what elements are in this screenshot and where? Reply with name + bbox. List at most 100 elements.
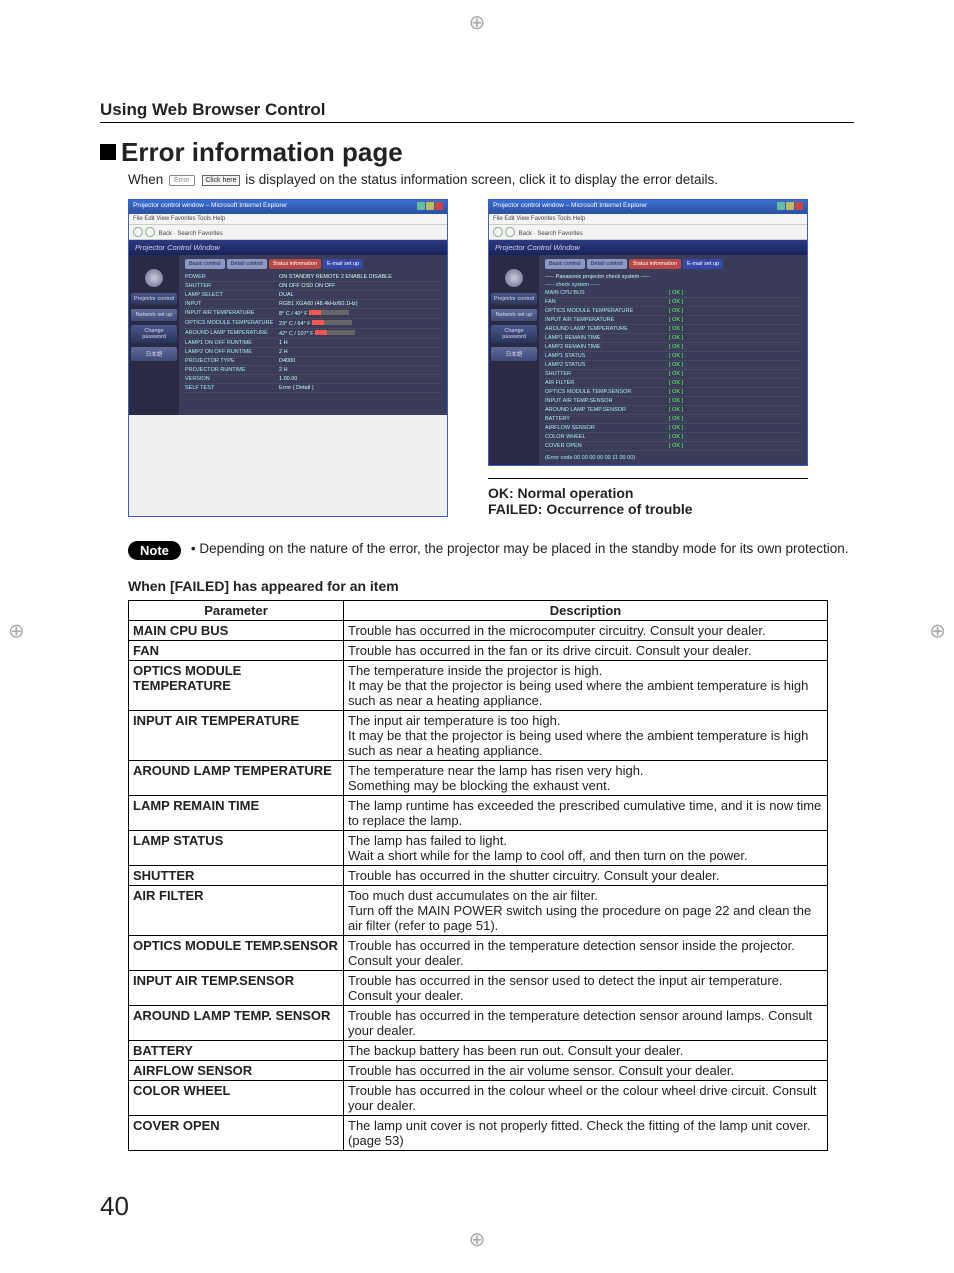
caption-block: OK: Normal operation FAILED: Occurrence … bbox=[488, 478, 808, 517]
status-line: INPUT AIR TEMPERATURE8° C / 40° F bbox=[185, 309, 441, 319]
check-line: COLOR WHEEL[ OK ] bbox=[545, 433, 801, 442]
caption-failed: FAILED: Occurrence of trouble bbox=[488, 501, 808, 517]
sidebar-item[interactable]: Change password bbox=[491, 325, 537, 343]
status-line: SHUTTERON OFF OSD ON OFF bbox=[185, 282, 441, 291]
check-line: LAMP1 REMAIN TIME[ OK ] bbox=[545, 334, 801, 343]
status-screenshot: Projector control window – Microsoft Int… bbox=[128, 199, 448, 517]
param-cell: OPTICS MODULE TEMPERATURE bbox=[129, 661, 344, 711]
table-row: SHUTTERTrouble has occurred in the shutt… bbox=[129, 866, 828, 886]
sidebar-item[interactable]: 日本語 bbox=[131, 347, 177, 361]
table-row: BATTERYThe backup battery has been run o… bbox=[129, 1041, 828, 1061]
table-row: LAMP STATUSThe lamp has failed to light.… bbox=[129, 831, 828, 866]
desc-cell: Trouble has occurred in the temperature … bbox=[344, 1006, 828, 1041]
menu-bar: File Edit View Favorites Tools Help bbox=[129, 214, 447, 225]
check-line: OPTICS MODULE TEMP.SENSOR[ OK ] bbox=[545, 388, 801, 397]
desc-cell: The lamp has failed to light.Wait a shor… bbox=[344, 831, 828, 866]
param-cell: AIR FILTER bbox=[129, 886, 344, 936]
check-line: LAMP2 STATUS[ OK ] bbox=[545, 361, 801, 370]
window-title: Projector control window – Microsoft Int… bbox=[133, 202, 287, 212]
desc-cell: The temperature near the lamp has risen … bbox=[344, 761, 828, 796]
param-cell: AIRFLOW SENSOR bbox=[129, 1061, 344, 1081]
status-line: LAMP1 ON OFF RUNTIME1 H bbox=[185, 339, 441, 348]
check-line: COVER OPEN[ OK ] bbox=[545, 442, 801, 451]
clickhere-chip[interactable]: Click here bbox=[202, 175, 239, 186]
check-line: SHUTTER[ OK ] bbox=[545, 370, 801, 379]
tab[interactable]: Detail control bbox=[227, 259, 267, 269]
sidebar-item[interactable]: Projector control bbox=[131, 293, 177, 305]
desc-cell: Trouble has occurred in the temperature … bbox=[344, 936, 828, 971]
title-text: Error information page bbox=[121, 137, 403, 167]
window-title: Projector control window – Microsoft Int… bbox=[493, 202, 647, 212]
check-line: MAIN CPU BUS[ OK ] bbox=[545, 289, 801, 298]
param-cell: AROUND LAMP TEMPERATURE bbox=[129, 761, 344, 796]
check-line: FAN[ OK ] bbox=[545, 298, 801, 307]
desc-cell: Trouble has occurred in the sensor used … bbox=[344, 971, 828, 1006]
desc-cell: Trouble has occurred in the fan or its d… bbox=[344, 641, 828, 661]
status-line: AROUND LAMP TEMPERATURE42° C / 107° F bbox=[185, 329, 441, 339]
note-label: Note bbox=[128, 541, 181, 560]
status-line: SELF TESTError ( Detail ) bbox=[185, 384, 441, 393]
status-panel: Basic control Detail control Status info… bbox=[179, 255, 447, 415]
check-line: BATTERY[ OK ] bbox=[545, 415, 801, 424]
param-cell: INPUT AIR TEMP.SENSOR bbox=[129, 971, 344, 1006]
desc-cell: Trouble has occurred in the shutter circ… bbox=[344, 866, 828, 886]
desc-cell: The input air temperature is too high.It… bbox=[344, 711, 828, 761]
desc-cell: Trouble has occurred in the colour wheel… bbox=[344, 1081, 828, 1116]
sidebar-item[interactable]: Network set up bbox=[131, 309, 177, 321]
status-line: OPTICS MODULE TEMPERATURE23° C / 64° F bbox=[185, 319, 441, 329]
breadcrumb: Using Web Browser Control bbox=[100, 100, 854, 123]
tab-selected[interactable]: Status information bbox=[629, 259, 681, 269]
crop-mark-top: ⊕ bbox=[469, 10, 486, 35]
table-row: INPUT AIR TEMP.SENSORTrouble has occurre… bbox=[129, 971, 828, 1006]
desc-cell: Too much dust accumulates on the air fil… bbox=[344, 886, 828, 936]
param-cell: LAMP REMAIN TIME bbox=[129, 796, 344, 831]
page-number: 40 bbox=[100, 1191, 854, 1222]
param-cell: BATTERY bbox=[129, 1041, 344, 1061]
tab[interactable]: E-mail set up bbox=[683, 259, 723, 269]
menu-bar: File Edit View Favorites Tools Help bbox=[489, 214, 807, 225]
check-line: AROUND LAMP TEMP.SENSOR[ OK ] bbox=[545, 406, 801, 415]
sidebar-item[interactable]: Projector control bbox=[491, 293, 537, 305]
check-line: LAMP1 STATUS[ OK ] bbox=[545, 352, 801, 361]
check-line: AROUND LAMP TEMPERATURE[ OK ] bbox=[545, 325, 801, 334]
logo-icon bbox=[145, 269, 163, 287]
sidebar-item[interactable]: Network set up bbox=[491, 309, 537, 321]
table-row: OPTICS MODULE TEMPERATUREThe temperature… bbox=[129, 661, 828, 711]
table-row: COVER OPENThe lamp unit cover is not pro… bbox=[129, 1116, 828, 1151]
crop-mark-left: ⊕ bbox=[8, 619, 25, 644]
toolbar: Back · Search Favorites bbox=[129, 225, 447, 240]
tab[interactable]: Basic control bbox=[185, 259, 225, 269]
sidebar-item[interactable]: 日本語 bbox=[491, 347, 537, 361]
checksystem-column: Projector control window – Microsoft Int… bbox=[488, 199, 808, 517]
table-row: COLOR WHEELTrouble has occurred in the c… bbox=[129, 1081, 828, 1116]
square-bullet-icon bbox=[100, 144, 116, 160]
table-row: AIRFLOW SENSORTrouble has occurred in th… bbox=[129, 1061, 828, 1081]
tab[interactable]: E-mail set up bbox=[323, 259, 363, 269]
table-row: AIR FILTERToo much dust accumulates on t… bbox=[129, 886, 828, 936]
intro-suffix: is displayed on the status information s… bbox=[245, 172, 718, 187]
check-line: AIR FILTER[ OK ] bbox=[545, 379, 801, 388]
document-page: ⊕ ⊕ ⊕ ⊕ Using Web Browser Control Error … bbox=[0, 0, 954, 1262]
error-code: (Error code 00 00 00 00 00 11 00 00) bbox=[545, 455, 801, 461]
window-titlebar: Projector control window – Microsoft Int… bbox=[129, 200, 447, 214]
table-subhead: When [FAILED] has appeared for an item bbox=[128, 578, 854, 594]
desc-cell: Trouble has occurred in the air volume s… bbox=[344, 1061, 828, 1081]
check-line: INPUT AIR TEMP.SENSOR[ OK ] bbox=[545, 397, 801, 406]
tab[interactable]: Basic control bbox=[545, 259, 585, 269]
pcw-banner: Projector Control Window bbox=[489, 240, 807, 255]
check-line: OPTICS MODULE TEMPERATURE[ OK ] bbox=[545, 307, 801, 316]
table-row: AROUND LAMP TEMP. SENSORTrouble has occu… bbox=[129, 1006, 828, 1041]
desc-cell: The temperature inside the projector is … bbox=[344, 661, 828, 711]
logo-icon bbox=[505, 269, 523, 287]
sidebar-item[interactable]: Change password bbox=[131, 325, 177, 343]
check-header: ----- Panasonic projector check system -… bbox=[545, 274, 650, 280]
status-line: INPUTRGB1 XGA60 (48.4kHz/60.1Hz) bbox=[185, 300, 441, 309]
param-cell: COVER OPEN bbox=[129, 1116, 344, 1151]
status-line: PROJECTOR RUNTIME2 H bbox=[185, 366, 441, 375]
note-text: • Depending on the nature of the error, … bbox=[191, 541, 849, 556]
tab[interactable]: Detail control bbox=[587, 259, 627, 269]
checksystem-panel: Basic control Detail control Status info… bbox=[539, 255, 807, 465]
table-row: MAIN CPU BUSTrouble has occurred in the … bbox=[129, 621, 828, 641]
table-row: INPUT AIR TEMPERATUREThe input air tempe… bbox=[129, 711, 828, 761]
tab-selected[interactable]: Status information bbox=[269, 259, 321, 269]
